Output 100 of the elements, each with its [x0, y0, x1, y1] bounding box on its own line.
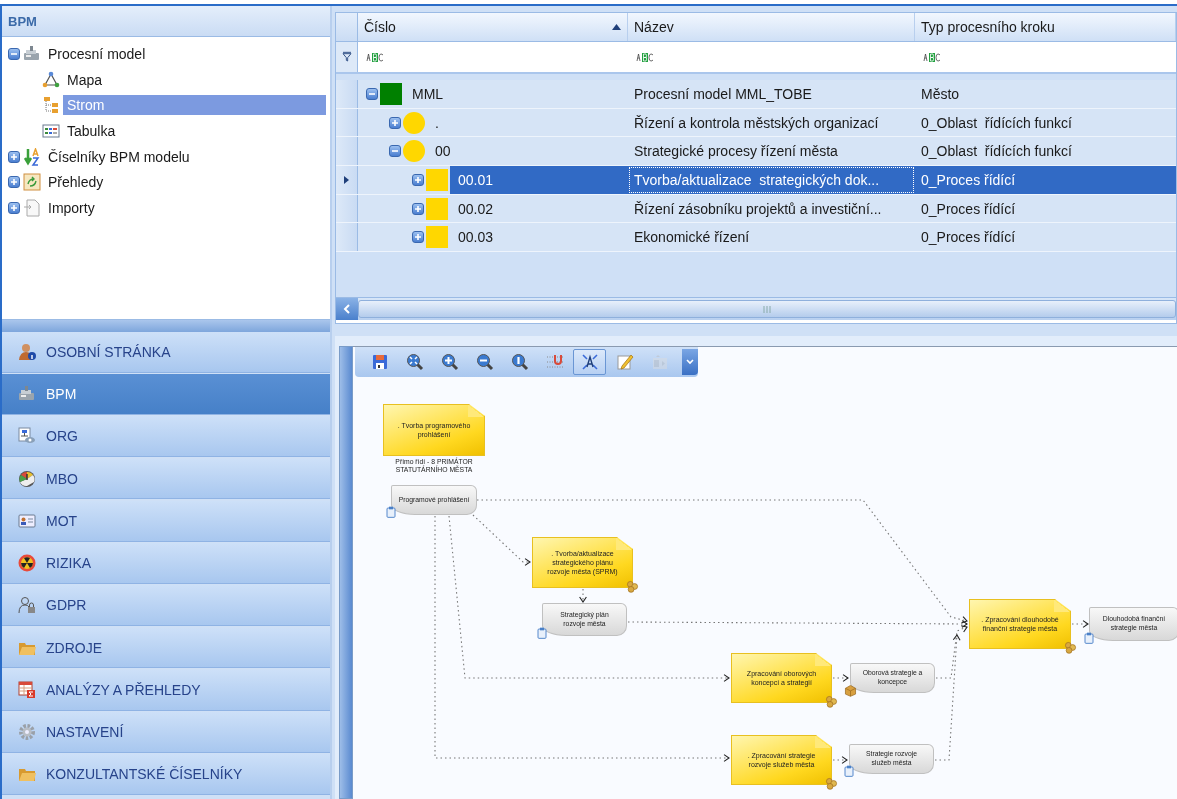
expand-toggle[interactable] — [412, 202, 424, 215]
align-icon — [650, 353, 669, 371]
expand-toggle[interactable] — [412, 231, 424, 244]
tree-item[interactable]: Číselníky BPM modelu — [44, 146, 194, 167]
row-header[interactable] — [336, 166, 358, 194]
module-button[interactable]: NASTAVENÍ — [2, 712, 330, 753]
table-row[interactable]: 00.03 Ekonomické řízení 0_Proces řídící — [336, 223, 1176, 253]
table-cell-text: Strategické procesy řízení města — [633, 142, 839, 162]
table-cell-text: Řízení a kontrola městských organizací — [633, 113, 880, 133]
zoom-out-icon — [475, 353, 494, 371]
panel-title: BPM — [2, 6, 330, 37]
table-cell-text: Řízení zásobníku projektů a investiční... — [633, 199, 883, 219]
clipboard-icon — [385, 506, 397, 518]
plus-icon — [391, 118, 399, 127]
plus-icon — [414, 233, 422, 242]
table-cell-text: . — [434, 113, 440, 133]
module-button[interactable]: MBO — [2, 458, 330, 500]
magnet-grid-icon — [545, 353, 564, 371]
tree-item[interactable]: Mapa — [63, 69, 107, 90]
expand-toggle[interactable] — [389, 116, 401, 129]
text-filter-icon — [366, 52, 384, 62]
clipboard-icon — [536, 627, 548, 639]
tree-item[interactable]: Importy — [44, 197, 99, 218]
table-row[interactable]: 00 Strategické procesy řízení města 0_Oblast řídících funkcí — [336, 137, 1176, 167]
arrows-frame-icon — [23, 173, 41, 192]
horizontal-scrollbar[interactable] — [336, 297, 1176, 320]
text-filter-icon — [923, 52, 941, 62]
module-button[interactable]: ANALÝZY A PŘEHLEDY — [2, 669, 330, 711]
table-cell-text: 00.03 — [457, 228, 495, 248]
chevron-down-icon — [686, 359, 694, 365]
person-lock-icon — [18, 596, 36, 615]
expand-toggle[interactable] — [8, 47, 20, 60]
table-cell-text: 0_Proces řídící — [920, 228, 1017, 248]
expand-toggle[interactable] — [8, 176, 20, 189]
module-button[interactable]: MOT — [2, 500, 330, 542]
table-cell-text: MML — [411, 84, 445, 104]
module-button[interactable]: RIZIKA — [2, 543, 330, 584]
expand-toggle[interactable] — [412, 173, 424, 186]
current-row-icon — [344, 175, 349, 184]
plus-icon — [10, 152, 18, 161]
coins-icon — [1064, 641, 1077, 654]
module-button[interactable]: BPM — [2, 374, 330, 415]
connector-arrow — [832, 756, 848, 764]
table-cell-text: Procesní model MML_TOBE — [633, 84, 813, 104]
filter-icon — [340, 51, 353, 63]
module-button[interactable]: GDPR — [2, 585, 330, 627]
tree-item[interactable]: Tabulka — [63, 120, 120, 141]
table-cell: 0_Proces řídící — [915, 166, 1176, 194]
gear-icon — [18, 722, 36, 741]
coins-icon — [626, 580, 639, 593]
auto-layout-icon — [580, 353, 599, 371]
id-card-icon — [18, 511, 36, 530]
plus-icon — [10, 178, 18, 187]
table-cell-text: Město — [920, 84, 961, 104]
clipboard-icon — [843, 765, 855, 777]
table-row[interactable]: MML Procesní model MML_TOBE Město — [336, 80, 1176, 109]
document-icon — [23, 198, 41, 217]
toolbar-overflow-button[interactable] — [682, 349, 698, 375]
module-button[interactable]: ORG — [2, 416, 330, 458]
table-row[interactable]: 00.02 Řízení zásobníku projektů a investiční... 0_Proces řídící — [336, 194, 1176, 224]
tree-item[interactable]: Procesní model — [44, 43, 150, 64]
table-cell-text: 0_Oblast řídících funkcí — [920, 142, 1073, 162]
coins-icon — [825, 695, 838, 708]
chevron-left-icon — [343, 304, 351, 314]
scroll-thumb[interactable] — [358, 300, 1176, 318]
column-header[interactable]: Typ procesního kroku — [915, 13, 1176, 41]
connector-arrow — [832, 674, 849, 682]
expand-toggle[interactable] — [8, 201, 20, 214]
coins-icon — [825, 777, 838, 790]
module-button[interactable]: ZDROJE — [2, 627, 330, 669]
module-button[interactable]: OSOBNÍ STRÁNKA — [2, 332, 330, 373]
zoom-fit-icon — [405, 353, 424, 371]
zoom-reset-icon — [510, 353, 529, 371]
table-row[interactable]: . Řízení a kontrola městských organizací 0_Oblast řídících funkcí — [336, 108, 1176, 138]
table-icon — [42, 121, 60, 140]
table-sum-icon — [18, 680, 36, 699]
person-info-icon — [18, 342, 36, 361]
table-cell: 00.01 — [450, 166, 628, 194]
table-row[interactable]: 00.01 Tvorba/aktualizace strategických dok... 0_Proces řídící — [336, 166, 1176, 195]
tool-button[interactable] — [573, 349, 606, 375]
machine-icon — [23, 44, 41, 63]
table-cell: Tvorba/aktualizace strategických dok... — [628, 166, 915, 194]
plus-icon — [414, 175, 422, 184]
expand-toggle[interactable] — [389, 145, 401, 158]
network-icon — [42, 70, 60, 89]
expand-toggle[interactable] — [8, 150, 20, 163]
expand-toggle[interactable] — [366, 87, 378, 100]
clipboard-icon — [1083, 632, 1095, 644]
plus-icon — [414, 204, 422, 213]
radiation-icon — [18, 554, 36, 573]
connector-arrow — [1071, 620, 1089, 628]
folder-tree-icon — [42, 96, 60, 115]
scroll-left-button[interactable] — [336, 298, 358, 320]
pencil-icon — [615, 353, 634, 371]
tree-item[interactable]: Přehledy — [44, 172, 108, 193]
table-cell-text: 00 — [434, 142, 452, 162]
module-button[interactable]: KONZULTANTSKÉ ČÍSELNÍKY — [2, 754, 330, 796]
column-header[interactable]: Název — [628, 13, 915, 41]
column-header[interactable]: Číslo — [358, 13, 628, 41]
package-icon — [844, 684, 857, 697]
